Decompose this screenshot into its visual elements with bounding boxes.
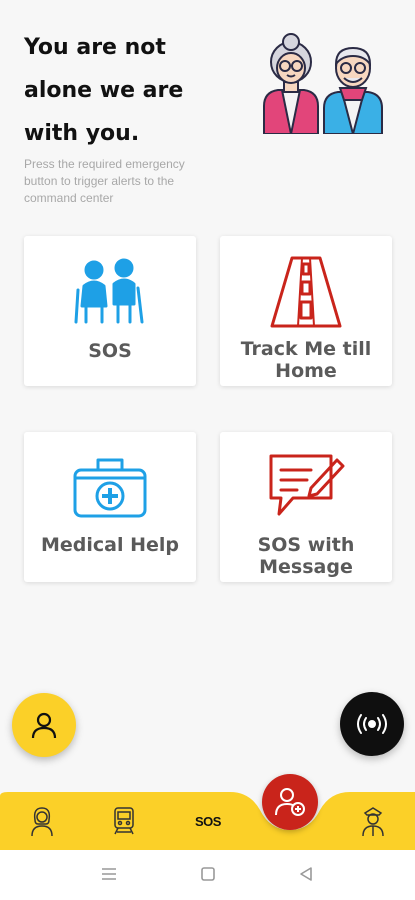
broadcast-fab[interactable] [340, 692, 404, 756]
instructions-text: Press the required emergency button to t… [24, 157, 185, 205]
sos-message-label-line-1: SOS with [257, 534, 355, 556]
track-card-label: Track Me till Home [226, 338, 386, 382]
profile-fab[interactable] [12, 693, 76, 757]
person-icon [31, 712, 57, 739]
officer-icon[interactable] [361, 806, 385, 836]
elderly-couple-illustration [263, 33, 383, 134]
back-icon[interactable] [298, 866, 314, 882]
sos-card[interactable]: SOS [24, 236, 196, 386]
sos-message-card-label: SOS with Message [226, 534, 386, 578]
sos-card-label: SOS [88, 340, 132, 362]
medical-card-label: Medical Help [40, 534, 180, 556]
add-contact-button[interactable] [262, 774, 318, 830]
sos-with-message-card[interactable]: SOS with Message [220, 432, 392, 582]
nav-sos-item[interactable]: SOS [186, 814, 230, 829]
medical-kit-icon [73, 458, 147, 518]
headline-line-2: alone we are [24, 78, 184, 103]
home-icon[interactable] [200, 866, 216, 882]
track-me-home-card[interactable]: Track Me till Home [220, 236, 392, 386]
broadcast-signal-icon [357, 714, 387, 734]
message-edit-icon [269, 454, 345, 516]
woman-avatar-icon[interactable] [30, 806, 54, 836]
train-icon[interactable] [112, 806, 136, 836]
track-card-label-line-2: Home [275, 360, 337, 382]
track-card-label-line-1: Track Me till [240, 338, 372, 360]
add-user-icon [275, 788, 305, 816]
headline-line-1: You are not [24, 35, 166, 60]
menu-icon[interactable] [101, 866, 117, 882]
medical-help-card[interactable]: Medical Help [24, 432, 196, 582]
elderly-couple-icon [74, 258, 144, 324]
headline-line-3: with you. [24, 121, 140, 146]
sos-message-label-line-2: Message [259, 556, 353, 578]
road-icon [270, 256, 342, 328]
bottom-nav-bar [0, 792, 415, 850]
headline: You are not alone we are with you. [24, 26, 254, 155]
